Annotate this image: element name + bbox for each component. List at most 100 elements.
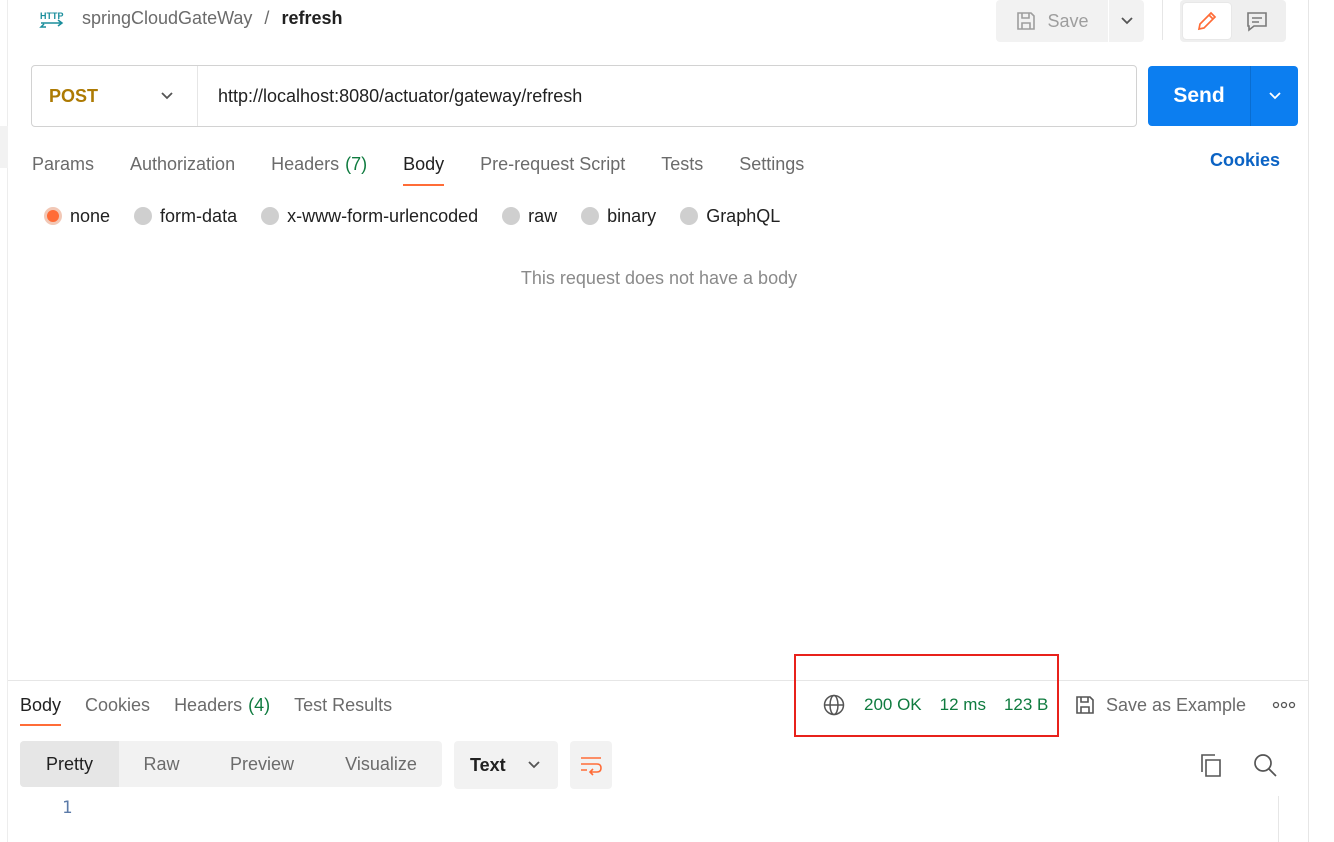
radio-indicator [44, 207, 62, 225]
tab-authorization[interactable]: Authorization [130, 144, 235, 184]
tab-label: Settings [739, 153, 805, 174]
chevron-down-icon [1120, 17, 1133, 25]
response-scrollbar[interactable] [1278, 796, 1298, 842]
tab-label: Authorization [130, 153, 236, 174]
tab-headers[interactable]: Headers (7) [271, 144, 367, 184]
tab-label: Headers [271, 153, 340, 174]
method-label: POST [49, 85, 99, 106]
response-tab-cookies[interactable]: Cookies [85, 686, 150, 724]
empty-body-message: This request does not have a body [520, 268, 798, 288]
request-name[interactable]: refresh [281, 8, 342, 29]
radio-graphql[interactable]: GraphQL [680, 206, 780, 227]
response-headers-count: (4) [248, 694, 271, 715]
format-label: Text [470, 754, 506, 775]
response-tabs: Body Cookies Headers (4) Test Results [20, 686, 416, 726]
radio-raw[interactable]: raw [502, 206, 557, 227]
radio-indicator [261, 207, 280, 225]
tab-label: Tests [661, 153, 704, 174]
radio-indicator [581, 207, 600, 225]
response-time[interactable]: 12 ms [940, 695, 986, 715]
url-input[interactable] [198, 66, 1136, 126]
radio-label: none [70, 205, 111, 226]
comments-button[interactable] [1233, 3, 1281, 39]
send-options-button[interactable] [1250, 66, 1298, 126]
tab-body[interactable]: Body [403, 144, 445, 186]
tab-label: Pre-request Script [480, 153, 626, 174]
edit-mode-button[interactable] [1183, 3, 1231, 39]
radio-label: form-data [160, 205, 238, 226]
save-as-example-label: Save as Example [1106, 694, 1247, 715]
request-url-bar: POST [31, 65, 1137, 127]
response-divider[interactable] [8, 680, 1308, 681]
radio-label: x-www-form-urlencoded [287, 205, 479, 226]
chevron-down-icon [1268, 92, 1281, 100]
save-options-button[interactable] [1108, 0, 1144, 42]
send-button-group: Send [1148, 66, 1298, 126]
tab-params[interactable]: Params [32, 144, 94, 184]
search-icon [1254, 754, 1277, 777]
globe-icon[interactable] [822, 693, 846, 717]
breadcrumb: HTTP springCloudGateWay / refresh [38, 4, 342, 32]
tab-tests[interactable]: Tests [661, 144, 703, 184]
response-size[interactable]: 123 B [1004, 695, 1048, 715]
view-preview[interactable]: Preview [204, 741, 320, 787]
chevron-down-icon [161, 92, 173, 100]
save-as-example-button[interactable]: Save as Example [1074, 692, 1246, 718]
comment-icon [1247, 12, 1267, 32]
tab-label: Body [20, 694, 62, 715]
radio-label: binary [607, 205, 657, 226]
response-view-selector: Pretty Raw Preview Visualize [20, 741, 442, 787]
breadcrumb-separator: / [264, 7, 270, 28]
toolbar-divider [1162, 0, 1163, 40]
view-pretty[interactable]: Pretty [20, 741, 119, 787]
response-format-select[interactable]: Text [454, 741, 558, 789]
save-button-label: Save [1047, 10, 1089, 31]
more-options-button[interactable] [1272, 692, 1296, 718]
edit-comment-toggle [1180, 0, 1286, 42]
tab-pre-request-script[interactable]: Pre-request Script [480, 144, 625, 184]
send-button[interactable]: Send [1148, 66, 1250, 126]
radio-none[interactable]: none [44, 206, 110, 227]
radio-indicator [134, 207, 153, 225]
response-tab-headers[interactable]: Headers (4) [174, 686, 270, 724]
svg-text:HTTP: HTTP [40, 11, 64, 21]
view-raw[interactable]: Raw [119, 741, 204, 787]
search-response-button[interactable] [1252, 752, 1278, 783]
tab-label: Cookies [85, 694, 151, 715]
wrap-lines-button[interactable] [570, 741, 612, 789]
tab-label: Body [403, 153, 445, 174]
http-request-icon: HTTP [38, 5, 66, 31]
chevron-down-icon [528, 761, 540, 769]
save-button-group: Save [996, 0, 1144, 42]
body-type-radio-group: none form-data x-www-form-urlencoded raw… [44, 204, 804, 228]
radio-indicator [680, 207, 699, 225]
response-tab-test-results[interactable]: Test Results [294, 686, 392, 724]
breadcrumb-collection[interactable]: springCloudGateWay [82, 8, 252, 29]
cookies-link[interactable]: Cookies [1210, 150, 1280, 171]
response-status-bar: 200 OK 12 ms 123 B [822, 692, 1048, 718]
floppy-disk-icon [1076, 696, 1094, 714]
response-tab-body[interactable]: Body [20, 686, 62, 726]
tab-label: Params [32, 153, 95, 174]
left-panel-marker [0, 126, 8, 168]
tab-settings[interactable]: Settings [739, 144, 804, 184]
line-number: 1 [62, 798, 73, 818]
save-button[interactable]: Save [996, 0, 1108, 42]
radio-label: raw [528, 205, 558, 226]
tab-label: Test Results [294, 694, 393, 715]
radio-x-www-form-urlencoded[interactable]: x-www-form-urlencoded [261, 206, 478, 227]
radio-binary[interactable]: binary [581, 206, 656, 227]
floppy-disk-icon [1017, 12, 1036, 30]
copy-icon [1201, 754, 1221, 777]
radio-form-data[interactable]: form-data [134, 206, 237, 227]
view-visualize[interactable]: Visualize [320, 741, 442, 787]
headers-count: (7) [345, 153, 368, 174]
pencil-icon [1197, 11, 1217, 31]
request-tabs: Params Authorization Headers (7) Body Pre… [32, 144, 840, 186]
radio-indicator [502, 207, 521, 225]
method-selector[interactable]: POST [32, 66, 198, 126]
copy-response-button[interactable] [1198, 752, 1224, 783]
status-code[interactable]: 200 OK [864, 695, 922, 715]
radio-label: GraphQL [706, 205, 781, 226]
tab-label: Headers [174, 694, 243, 715]
